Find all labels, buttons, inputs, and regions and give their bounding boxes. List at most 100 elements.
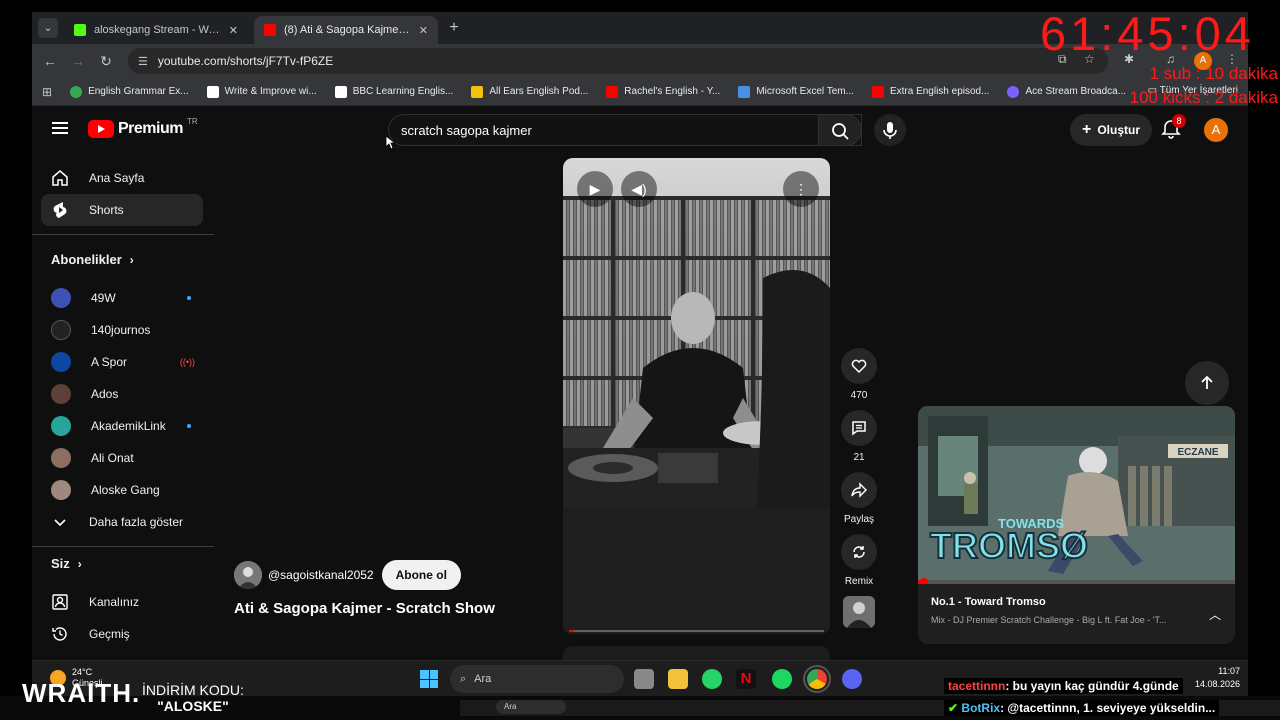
- bookmark-item[interactable]: Ace Stream Broadca...: [1007, 85, 1127, 98]
- bookmark-label: Rachel's English - Y...: [624, 86, 721, 97]
- voice-search-button[interactable]: [874, 114, 906, 146]
- bookmark-item[interactable]: Extra English episod...: [871, 85, 989, 98]
- reload-button[interactable]: ↻: [96, 51, 116, 71]
- sidebar-divider: [32, 546, 214, 547]
- sidebar-item-49w[interactable]: 49W: [41, 282, 203, 314]
- sidebar-item-ali-onat[interactable]: Ali Onat: [41, 442, 203, 474]
- sidebar-item-label: Shorts: [89, 203, 124, 217]
- sidebar-item-history[interactable]: Geçmiş: [41, 618, 203, 650]
- back-button[interactable]: ←: [40, 51, 60, 71]
- search-icon: [832, 123, 849, 140]
- channel-handle[interactable]: @sagoistkanal2052: [268, 568, 374, 582]
- tab-youtube-short[interactable]: (8) Ati & Sagopa Kajmer - Scratch ✕: [254, 16, 438, 44]
- remix-button[interactable]: [841, 534, 877, 570]
- chat-text: : bu yayın kaç gündür 4.günde: [1005, 679, 1179, 693]
- spotify-icon[interactable]: [772, 669, 792, 689]
- sidebar-item-aloske-gang[interactable]: Aloske Gang: [41, 474, 203, 506]
- remix-action[interactable]: Remix: [840, 534, 878, 587]
- bookmark-label: Write & Improve wi...: [224, 86, 317, 97]
- sidebar-item-home[interactable]: Ana Sayfa: [41, 162, 203, 194]
- tab-kick-stream[interactable]: aloskegang Stream - Watch Live ✕: [64, 16, 248, 44]
- chevron-down-icon: [51, 513, 69, 531]
- share-button[interactable]: [841, 472, 877, 508]
- you-heading[interactable]: Siz ›: [51, 556, 82, 571]
- sponsor-logo: WRAITH.: [22, 678, 141, 708]
- sidebar-item-label: AkademikLink: [91, 419, 166, 433]
- apps-grid-icon[interactable]: ⊞: [42, 85, 52, 99]
- comment-icon: [852, 421, 866, 436]
- bookmark-item[interactable]: Rachel's English - Y...: [606, 85, 721, 98]
- volume-icon: ◀): [631, 180, 647, 197]
- promo-label: İNDİRİM KODU:: [142, 682, 244, 698]
- close-tab-icon[interactable]: ✕: [419, 24, 428, 37]
- show-more-button[interactable]: Daha fazla göster: [41, 506, 203, 538]
- sidebar-item-your-channel[interactable]: Kanalınız: [41, 586, 203, 618]
- chevron-up-icon[interactable]: ︿: [1209, 606, 1221, 623]
- account-avatar[interactable]: A: [1204, 118, 1228, 142]
- logo-wordmark: Premium: [118, 120, 183, 137]
- channel-avatar: [51, 416, 71, 436]
- sidebar-item-ados[interactable]: Ados: [41, 378, 203, 410]
- short-title[interactable]: Ati & Sagopa Kajmer - Scratch Show: [234, 600, 495, 617]
- system-clock[interactable]: 11:07 14.08.2026: [1195, 665, 1240, 691]
- search-input[interactable]: scratch sagopa kajmer ✕: [388, 114, 862, 146]
- plus-icon: +: [1081, 121, 1092, 138]
- youtube-logo[interactable]: Premium TR: [88, 117, 198, 138]
- discord-icon[interactable]: [842, 669, 862, 689]
- like-button[interactable]: [841, 348, 877, 384]
- subscribe-button[interactable]: Abone ol: [381, 560, 461, 590]
- share-action[interactable]: Paylaş: [840, 472, 878, 525]
- chrome-icon[interactable]: [803, 665, 831, 693]
- more-options-button[interactable]: ⋮: [783, 171, 819, 207]
- subscriptions-heading[interactable]: Abonelikler ›: [51, 252, 134, 267]
- sidebar-item-label: Kanalınız: [89, 595, 140, 609]
- sidebar-item-a-spor[interactable]: A Spor ((•)): [41, 346, 203, 378]
- netflix-icon[interactable]: N: [736, 669, 756, 689]
- windows-start-icon[interactable]: [420, 670, 438, 688]
- audio-source-thumbnail[interactable]: [843, 596, 875, 628]
- clock-date: 14.08.2026: [1194, 679, 1240, 689]
- sidebar-item-akademiklink[interactable]: AkademikLink: [41, 410, 203, 442]
- close-tab-icon[interactable]: ✕: [229, 24, 238, 37]
- file-explorer-icon[interactable]: [668, 669, 688, 689]
- notification-count-badge: 8: [1172, 114, 1186, 128]
- search-button[interactable]: [818, 114, 862, 146]
- subscriptions-title: Abonelikler: [51, 252, 122, 267]
- search-query: scratch sagopa kajmer: [401, 122, 532, 138]
- like-action[interactable]: 470: [840, 348, 878, 401]
- bookmark-item[interactable]: English Grammar Ex...: [70, 85, 189, 98]
- menu-icon[interactable]: [52, 122, 68, 134]
- kick-favicon-icon: [74, 24, 86, 36]
- create-button[interactable]: + Oluştur: [1070, 114, 1152, 146]
- tab-search-dropdown[interactable]: ⌄: [38, 18, 58, 38]
- task-view-icon[interactable]: [634, 669, 654, 689]
- bookmark-label: English Grammar Ex...: [88, 86, 189, 97]
- bookmark-item[interactable]: BBC Learning Englis...: [334, 85, 453, 98]
- bookmark-label: Ace Stream Broadca...: [1025, 86, 1127, 97]
- secondary-search[interactable]: Ara: [496, 700, 566, 714]
- site-info-icon[interactable]: ☰: [138, 55, 148, 68]
- play-button[interactable]: ▶: [577, 171, 613, 207]
- comment-action[interactable]: 21: [840, 410, 878, 463]
- channel-avatar[interactable]: [234, 561, 262, 589]
- bookmark-item[interactable]: All Ears English Pod...: [471, 85, 588, 98]
- volume-button[interactable]: ◀): [621, 171, 657, 207]
- masthead: Premium TR scratch sagopa kajmer ✕ + Olu…: [32, 106, 1248, 154]
- bookmarks-bar: ⊞ English Grammar Ex... Write & Improve …: [32, 78, 1248, 106]
- miniplayer[interactable]: ECZANE TOWARDS TROMSØ No.1 - Toward Trom…: [918, 406, 1235, 644]
- video-progress-bar[interactable]: [569, 630, 824, 632]
- short-video-player[interactable]: ▶ ◀) ⋮: [563, 158, 830, 634]
- bookmark-item[interactable]: Microsoft Excel Tem...: [738, 85, 854, 98]
- taskbar-search[interactable]: ⌕ Ara: [450, 665, 624, 693]
- sidebar-item-shorts[interactable]: Shorts: [41, 194, 203, 226]
- new-tab-button[interactable]: +: [444, 18, 464, 38]
- sidebar-item-140journos[interactable]: 140journos: [41, 314, 203, 346]
- forward-button[interactable]: →: [68, 51, 88, 71]
- address-bar[interactable]: ☰ youtube.com/shorts/jF7Tv-fP6ZE: [128, 48, 1108, 74]
- bookmark-item[interactable]: Write & Improve wi...: [206, 85, 317, 98]
- previous-short-button[interactable]: [1185, 361, 1229, 405]
- comment-button[interactable]: [841, 410, 877, 446]
- whatsapp-icon[interactable]: [702, 669, 722, 689]
- sidebar-item-label: Geçmiş: [89, 627, 130, 641]
- miniplayer-title[interactable]: No.1 - Toward Tromso: [931, 596, 1046, 608]
